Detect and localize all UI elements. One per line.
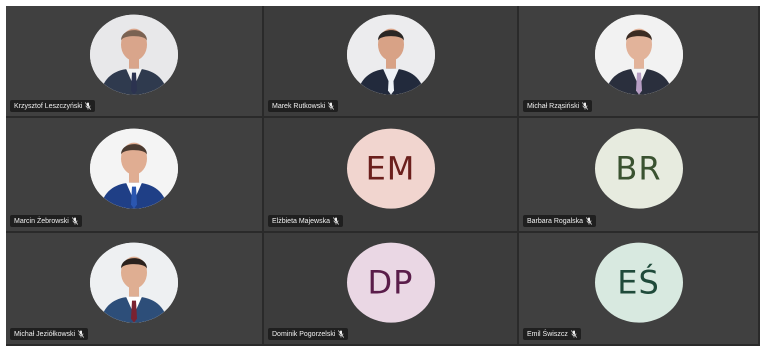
participant-name: Elżbieta Majewska	[272, 217, 330, 225]
participant-initials-avatar: DP	[346, 242, 435, 323]
participant-initials-avatar: EM	[346, 128, 435, 209]
participant-name-tag: Emil Świszcz	[523, 328, 581, 340]
person-photo-icon	[594, 14, 683, 95]
participant-tile[interactable]: DP Dominik Pogorzelski	[264, 233, 519, 346]
participant-initials: EM	[365, 149, 416, 188]
participant-grid: Krzysztof Leszczyński Marek Rutkowski Mich…	[6, 6, 760, 346]
participant-tile[interactable]: BR Barbara Rogalska	[519, 118, 760, 233]
participant-name-tag: Marek Rutkowski	[268, 100, 339, 112]
participant-name-tag: Michał Jeziółkowski	[10, 328, 89, 340]
participant-name: Marcin Żebrowski	[14, 217, 69, 225]
mic-muted-icon	[586, 217, 593, 225]
person-photo-icon	[90, 14, 178, 95]
participant-name-tag: Barbara Rogalska	[523, 215, 597, 227]
participant-tile[interactable]: Krzysztof Leszczyński	[6, 6, 264, 118]
mic-muted-icon	[85, 102, 92, 110]
participant-initials: EŚ	[617, 263, 660, 302]
participant-tile[interactable]: EŚ Emil Świszcz	[519, 233, 760, 346]
participant-name: Barbara Rogalska	[527, 217, 584, 225]
participant-name: Dominik Pogorzelski	[272, 330, 336, 338]
participant-name-tag: Michał Rząsiński	[523, 100, 593, 112]
participant-initials-avatar: EŚ	[594, 242, 683, 323]
person-photo-icon	[90, 128, 178, 209]
participant-name: Michał Jeziółkowski	[14, 330, 76, 338]
participant-name: Michał Rząsiński	[527, 102, 580, 110]
participant-tile[interactable]: Marcin Żebrowski	[6, 118, 264, 233]
mic-muted-icon	[78, 330, 85, 338]
mic-muted-icon	[570, 330, 577, 338]
participant-initials-avatar: BR	[594, 128, 683, 209]
mic-muted-icon	[582, 102, 589, 110]
participant-initials: BR	[615, 149, 662, 188]
person-photo-icon	[90, 242, 178, 323]
mic-muted-icon	[71, 217, 78, 225]
participant-name: Marek Rutkowski	[272, 102, 326, 110]
participant-tile[interactable]: Michał Jeziółkowski	[6, 233, 264, 346]
mic-muted-icon	[332, 217, 339, 225]
participant-name: Emil Świszcz	[527, 330, 568, 338]
person-photo-icon	[346, 14, 435, 95]
mic-muted-icon	[338, 330, 345, 338]
participant-name-tag: Marcin Żebrowski	[10, 215, 82, 227]
participant-name: Krzysztof Leszczyński	[14, 102, 83, 110]
participant-name-tag: Dominik Pogorzelski	[268, 328, 349, 340]
participant-initials: DP	[367, 263, 414, 302]
mic-muted-icon	[328, 102, 335, 110]
participant-tile[interactable]: Marek Rutkowski	[264, 6, 519, 118]
participant-tile[interactable]: EM Elżbieta Majewska	[264, 118, 519, 233]
participant-name-tag: Krzysztof Leszczyński	[10, 100, 96, 112]
participant-tile[interactable]: Michał Rząsiński	[519, 6, 760, 118]
participant-name-tag: Elżbieta Majewska	[268, 215, 343, 227]
